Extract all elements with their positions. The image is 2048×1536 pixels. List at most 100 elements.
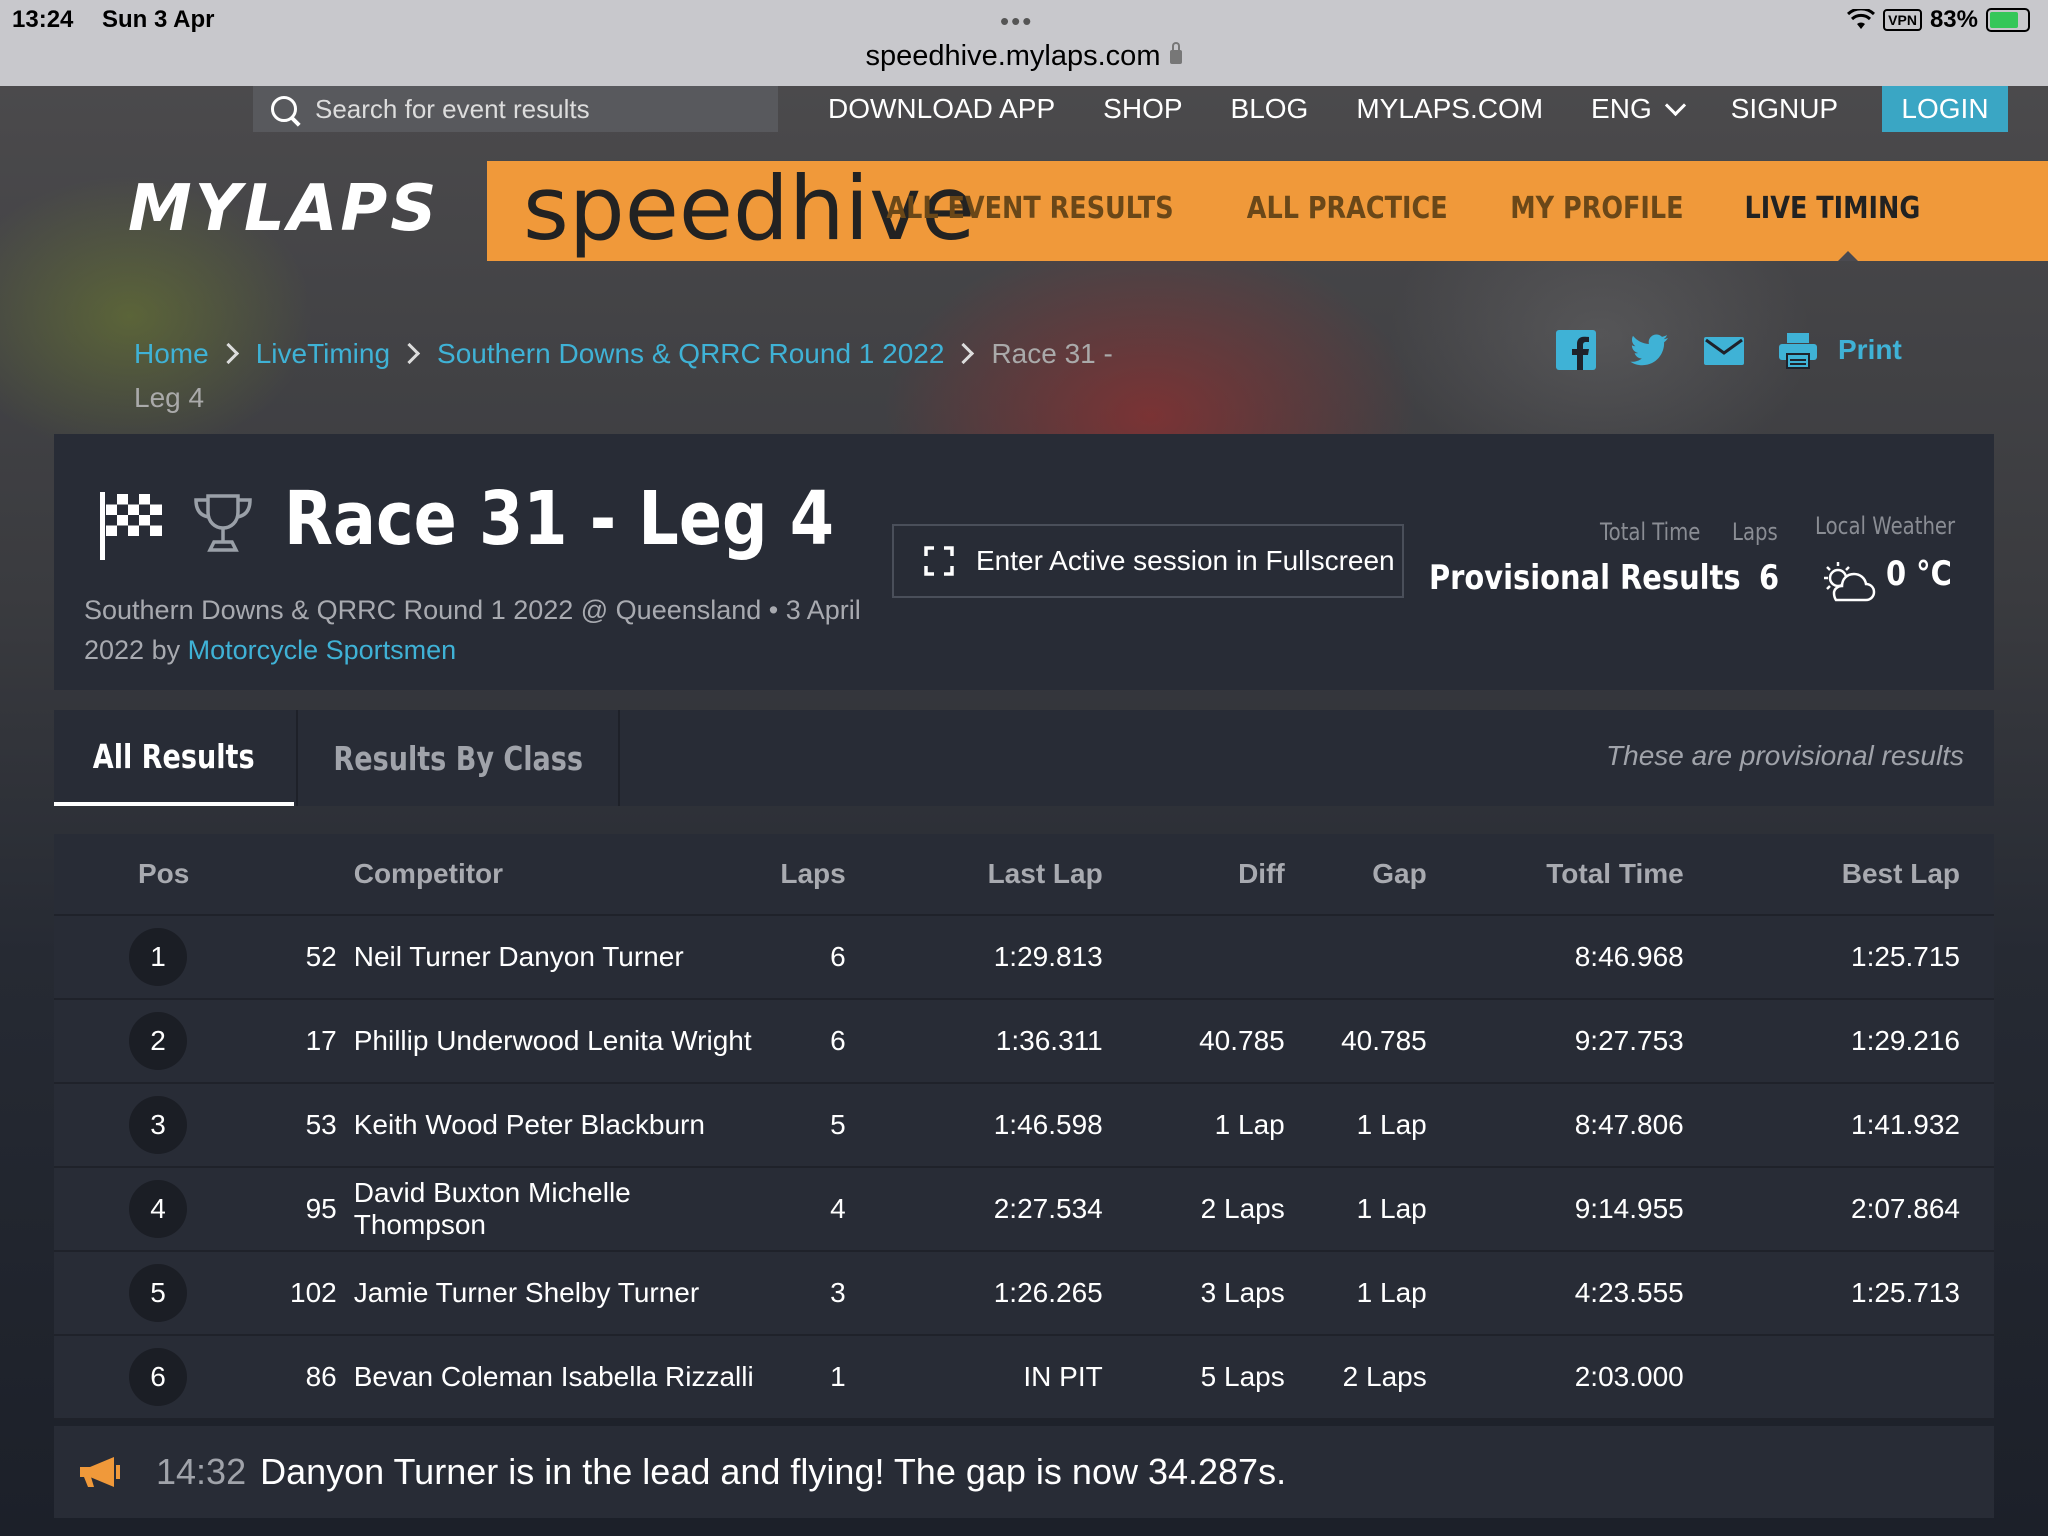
col-last-lap[interactable]: Last Lap [846,834,1104,916]
tab-all-results[interactable]: All Results [54,710,294,806]
col-diff[interactable]: Diff [1103,834,1286,916]
total-time-label: Total Time [1600,518,1701,546]
nav-all-practice[interactable]: ALL PRACTICE [1247,191,1448,226]
fullscreen-button[interactable]: Enter Active session in Fullscreen [892,524,1404,598]
speedhive-bar: speedhive ALL EVENT RESULTS ALL PRACTICE… [487,157,2048,261]
more-dots-icon[interactable]: ••• [1000,6,1033,37]
cell-name: Keith Wood Peter Blackburn [337,1083,755,1168]
col-best-lap[interactable]: Best Lap [1684,834,1994,916]
print-link[interactable]: Print [1838,334,1902,366]
cell-total-time: 9:14.955 [1427,1167,1685,1252]
brand-nav: ALL EVENT RESULTS ALL PRACTICE MY PROFIL… [861,191,1936,226]
weather-value: 0 °C [1886,554,1952,594]
col-pos[interactable]: Pos [54,834,289,916]
cell-diff: 40.785 [1103,999,1286,1084]
cell-gap: 40.785 [1285,999,1428,1084]
download-app-link[interactable]: DOWNLOAD APP [828,93,1055,125]
table-row[interactable]: 4 95 David Buxton Michelle Thompson 4 2:27.5… [54,1167,1994,1252]
tab-results-by-class[interactable]: Results By Class [296,710,620,806]
login-button[interactable]: LOGIN [1882,86,2008,132]
cell-best-lap: 2:07.864 [1684,1167,1994,1252]
organizer-link[interactable]: Motorcycle Sportsmen [188,635,457,665]
cell-last-lap: IN PIT [846,1335,1104,1420]
position-badge: 3 [129,1096,187,1154]
chevron-right-icon [398,342,421,365]
col-competitor[interactable]: Competitor [337,834,755,916]
breadcrumb-livetiming[interactable]: LiveTiming [256,338,390,369]
cell-diff: 1 Lap [1103,1083,1286,1168]
search-bar[interactable] [253,86,778,132]
facebook-icon[interactable] [1556,330,1596,370]
cell-diff: 3 Laps [1103,1251,1286,1336]
blog-link[interactable]: BLOG [1231,93,1309,125]
event-subtitle: Southern Downs & QRRC Round 1 2022 @ Que… [84,590,884,670]
cell-gap: 2 Laps [1285,1335,1428,1420]
col-gap[interactable]: Gap [1285,834,1428,916]
share-bar: Print [1556,330,1902,370]
laps-value: 6 [1759,558,1780,598]
cell-total-time: 4:23.555 [1427,1251,1685,1336]
pos-cell: 1 [54,915,289,1000]
signup-link[interactable]: SIGNUP [1731,93,1838,125]
battery-percent: 83% [1929,6,1978,33]
col-laps[interactable]: Laps [754,834,847,916]
cell-total-time: 8:46.968 [1427,915,1685,1000]
fullscreen-label: Enter Active session in Fullscreen [976,545,1395,576]
cell-name: Bevan Coleman Isabella Rizzalli [337,1335,755,1420]
address-bar[interactable]: speedhive.mylaps.com [0,40,2048,73]
checkered-flag-icon [100,492,162,560]
twitter-icon[interactable] [1630,330,1670,370]
col-num [289,834,338,916]
position-badge: 2 [129,1012,187,1070]
cell-last-lap: 1:29.813 [846,915,1104,1000]
cell-num: 17 [289,999,338,1084]
chevron-right-icon [217,342,239,365]
partly-cloudy-icon [1824,562,1876,602]
cell-best-lap [1684,1335,1994,1420]
print-icon[interactable] [1778,330,1818,370]
live-ticker: 14:32 Danyon Turner is in the lead and f… [54,1426,1994,1518]
status-bar: 13:24 Sun 3 Apr ••• speedhive.mylaps.com… [0,0,2048,86]
cell-laps: 6 [754,999,847,1084]
results-table: Pos Competitor Laps Last Lap Diff Gap To… [54,834,1994,1420]
cell-best-lap: 1:41.932 [1684,1083,1994,1168]
cell-total-time: 9:27.753 [1427,999,1685,1084]
cell-laps: 5 [754,1083,847,1168]
table-row[interactable]: 2 17 Phillip Underwood Lenita Wright 6 1:36.… [54,999,1994,1084]
cell-laps: 6 [754,915,847,1000]
status-date: Sun 3 Apr [102,6,215,33]
nav-my-profile[interactable]: MY PROFILE [1511,191,1684,226]
table-row[interactable]: 6 86 Bevan Coleman Isabella Rizzalli 1 IN PI… [54,1335,1994,1420]
nav-live-timing[interactable]: LIVE TIMING [1745,191,1921,226]
mylaps-com-link[interactable]: MYLAPS.COM [1356,93,1543,125]
nav-all-event-results[interactable]: ALL EVENT RESULTS [886,191,1173,226]
provisional-note: These are provisional results [1606,740,1964,771]
table-row[interactable]: 5 102 Jamie Turner Shelby Turner 3 1:26.265 3… [54,1251,1994,1336]
total-time-value: Provisional Results [1429,558,1741,598]
breadcrumb-home[interactable]: Home [134,338,209,369]
mylaps-logo[interactable]: MYLAPS [128,172,439,246]
cell-num: 86 [289,1335,338,1420]
search-icon [271,96,297,122]
ticker-message: Danyon Turner is in the lead and flying!… [260,1451,1287,1492]
race-title: Race 31 - Leg 4 [284,476,834,562]
fullscreen-icon [924,546,954,576]
cell-gap [1285,915,1428,1000]
table-row[interactable]: 3 53 Keith Wood Peter Blackburn 5 1:46.598 1 … [54,1083,1994,1168]
shop-link[interactable]: SHOP [1103,93,1182,125]
table-row[interactable]: 1 52 Neil Turner Danyon Turner 6 1:29.813 8:4… [54,915,1994,1000]
cell-gap: 1 Lap [1285,1251,1428,1336]
position-badge: 5 [129,1264,187,1322]
breadcrumb-event[interactable]: Southern Downs & QRRC Round 1 2022 [437,338,944,369]
search-input[interactable] [313,92,737,126]
cell-num: 102 [289,1251,338,1336]
battery-icon [1986,8,2030,32]
table-header-row: Pos Competitor Laps Last Lap Diff Gap To… [54,834,1994,916]
col-total-time[interactable]: Total Time [1427,834,1685,916]
laps-label: Laps [1732,518,1778,546]
cell-diff: 5 Laps [1103,1335,1286,1420]
language-select[interactable]: ENG [1591,93,1686,125]
email-icon[interactable] [1704,330,1744,370]
pos-cell: 2 [54,999,289,1084]
status-right: VPN 83% [1847,6,2030,34]
